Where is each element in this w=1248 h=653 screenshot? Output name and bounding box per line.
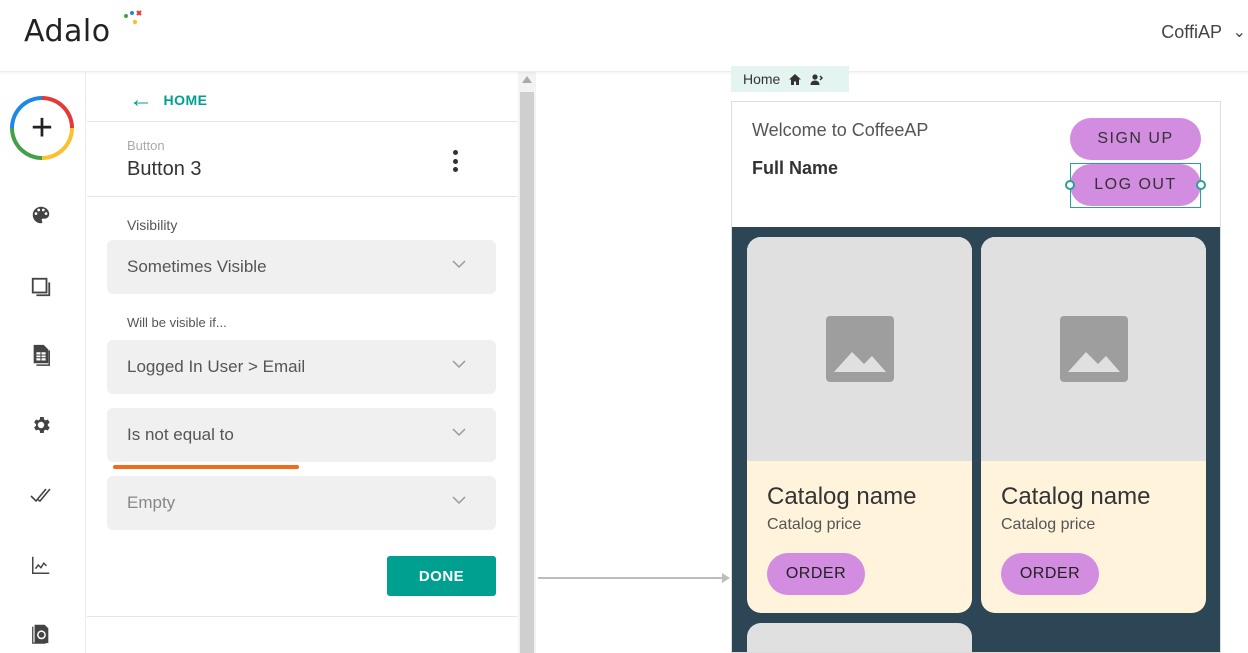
link-connector-line xyxy=(538,577,726,579)
visibility-select[interactable]: Sometimes Visible xyxy=(107,240,496,294)
catalog-card[interactable]: Catalog name Catalog price ORDER xyxy=(747,237,972,613)
condition-operator-value: Is not equal to xyxy=(127,425,234,444)
top-bar: Adalo CoffiAP ⌄ xyxy=(0,0,1248,72)
catalog-price: Catalog price xyxy=(767,516,862,533)
full-name-text[interactable]: Full Name xyxy=(752,158,838,179)
settings-gear-icon[interactable] xyxy=(28,412,54,438)
image-placeholder-icon xyxy=(825,316,894,382)
sign-up-button[interactable]: SIGN UP xyxy=(1070,118,1201,160)
screen-tab-home[interactable]: Home xyxy=(731,66,849,92)
screens-icon[interactable] xyxy=(28,274,54,300)
screen-tab-label: Home xyxy=(743,71,781,87)
divider xyxy=(87,616,517,617)
divider xyxy=(87,196,517,197)
chevron-down-icon xyxy=(452,260,466,269)
catalog-name: Catalog name xyxy=(767,483,917,510)
order-button[interactable]: ORDER xyxy=(1001,553,1099,595)
resize-handle-right[interactable] xyxy=(1196,180,1206,190)
resize-handle-left[interactable] xyxy=(1065,180,1075,190)
condition-field-value: Logged In User > Email xyxy=(127,357,306,376)
chevron-down-icon xyxy=(452,360,466,369)
home-screen-canvas[interactable]: Welcome to CoffeeAP Full Name SIGN UP LO… xyxy=(731,101,1221,653)
marketplace-icon[interactable] xyxy=(28,620,54,646)
catalog-card-partial[interactable] xyxy=(747,623,972,652)
order-button[interactable]: ORDER xyxy=(767,553,865,595)
chevron-down-icon xyxy=(452,428,466,437)
condition-value-value: Empty xyxy=(127,493,176,512)
back-to-home-link[interactable]: ← HOME xyxy=(129,88,208,112)
catalog-price: Catalog price xyxy=(1001,516,1096,533)
highlight-underline xyxy=(113,465,299,469)
catalog-image-placeholder xyxy=(981,237,1206,461)
add-component-button[interactable]: + xyxy=(10,96,74,160)
condition-operator-select[interactable]: Is not equal to xyxy=(107,408,496,462)
image-placeholder-icon xyxy=(1059,316,1128,382)
scroll-thumb[interactable] xyxy=(520,92,534,653)
left-toolbar: + xyxy=(0,72,86,653)
chevron-down-icon xyxy=(452,496,466,505)
condition-value-select[interactable]: Empty xyxy=(107,476,496,530)
welcome-text[interactable]: Welcome to CoffeeAP xyxy=(752,120,928,141)
back-link-label: HOME xyxy=(163,92,208,108)
catalog-card[interactable]: Catalog name Catalog price ORDER xyxy=(981,237,1206,613)
catalog-name: Catalog name xyxy=(1001,483,1151,510)
visibility-select-value: Sometimes Visible xyxy=(127,257,267,276)
selection-outline xyxy=(1070,163,1201,208)
palette-icon[interactable] xyxy=(28,202,54,228)
component-name[interactable]: Button 3 xyxy=(127,158,202,181)
app-switcher-chevron-icon[interactable]: ⌄ xyxy=(1233,22,1246,42)
analytics-icon[interactable] xyxy=(28,552,54,578)
scroll-up-arrow-icon[interactable] xyxy=(522,76,532,83)
screen-header: Welcome to CoffeeAP Full Name SIGN UP LO… xyxy=(732,102,1220,227)
link-arrow-icon xyxy=(722,573,730,583)
divider xyxy=(87,121,517,122)
logo-sparkle-icon xyxy=(124,10,142,25)
plus-icon: + xyxy=(14,100,70,156)
adalo-logo[interactable]: Adalo xyxy=(24,14,111,49)
visibility-label: Visibility xyxy=(127,217,178,233)
done-button[interactable]: DONE xyxy=(387,556,496,596)
user-lock-icon xyxy=(810,73,824,85)
app-name[interactable]: CoffiAP xyxy=(1161,22,1222,43)
home-icon xyxy=(789,73,802,85)
more-options-icon[interactable] xyxy=(449,146,461,176)
database-icon[interactable] xyxy=(28,342,54,368)
component-properties-panel: ← HOME Button Button 3 Visibility Someti… xyxy=(87,72,517,653)
catalog-image-placeholder xyxy=(747,237,972,461)
condition-field-select[interactable]: Logged In User > Email xyxy=(107,340,496,394)
panel-scrollbar[interactable] xyxy=(518,72,536,653)
condition-label: Will be visible if... xyxy=(127,315,227,330)
arrow-left-icon: ← xyxy=(129,86,154,113)
component-type-label: Button xyxy=(127,138,165,153)
publish-check-icon[interactable] xyxy=(28,482,54,508)
